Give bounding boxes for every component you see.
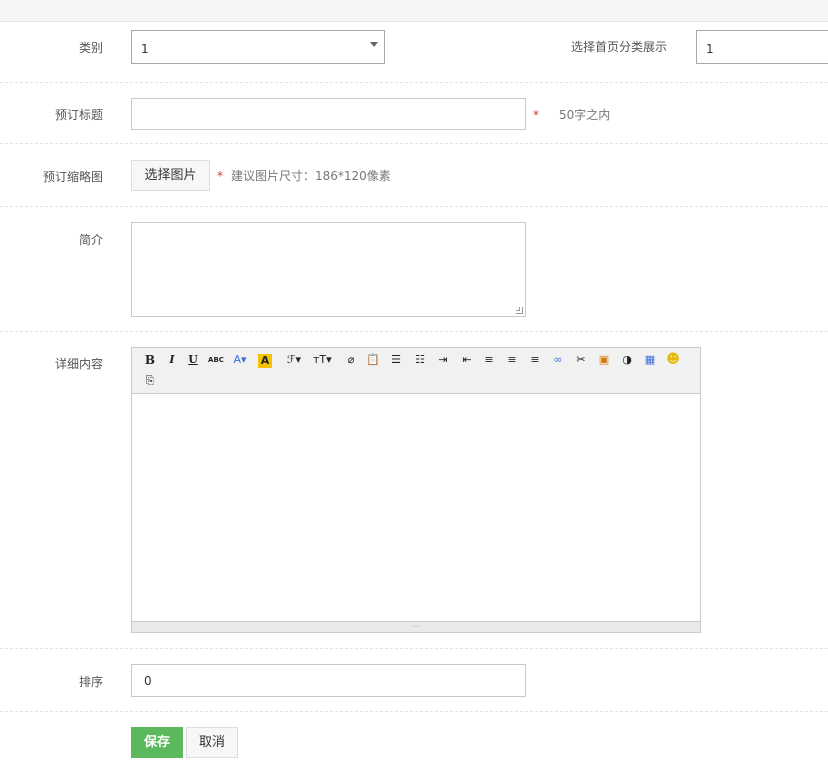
sort-label: 排序 (78, 675, 103, 689)
italic-icon[interactable]: I (163, 351, 181, 369)
align-left-icon[interactable]: ≡ (480, 351, 498, 369)
unlink-icon[interactable]: ✂ (572, 351, 590, 369)
divider (0, 648, 828, 649)
image-icon[interactable]: ▣ (595, 351, 613, 369)
bold-icon[interactable]: B (141, 351, 159, 369)
font-family-icon[interactable]: ℱ▾ (285, 351, 303, 369)
thumbnail-required-mark: * (217, 169, 223, 183)
highlight-color-icon[interactable]: A (258, 354, 272, 368)
title-label: 预订标题 (54, 108, 103, 122)
unordered-list-icon[interactable]: ☷ (411, 351, 429, 369)
strikethrough-icon[interactable]: ABC (207, 351, 225, 369)
title-required-mark: * (533, 108, 539, 122)
underline-icon[interactable]: U (184, 351, 202, 369)
font-size-icon[interactable]: тT▾ (313, 351, 332, 369)
font-color-icon[interactable]: A▾ (231, 351, 249, 369)
ordered-list-icon[interactable]: ☰ (387, 351, 405, 369)
emoticon-icon[interactable]: ☻ (664, 351, 682, 369)
category-select-value: 1 (141, 42, 149, 56)
homepage-category-label: 选择首页分类展示 (570, 40, 667, 54)
align-right-icon[interactable]: ≡ (526, 351, 544, 369)
category-select[interactable]: 1 (131, 30, 385, 64)
thumbnail-label: 预订缩略图 (42, 170, 103, 184)
intro-label: 简介 (78, 233, 103, 247)
rich-text-editor: B I U ABC A▾ A ℱ▾ тT▾ ⌀ 📋 ☰ ☷ ⇥ ⇤ ≡ ≡ ≡ ∞ ✂ ▣ ◑ ▦ ☻ ⎘ ⋯ (131, 347, 701, 633)
editor-content-area[interactable] (132, 395, 700, 621)
choose-image-button[interactable]: 选择图片 (131, 160, 210, 191)
sort-input[interactable] (131, 664, 526, 697)
align-center-icon[interactable]: ≡ (503, 351, 521, 369)
title-hint: 50字之内 (559, 108, 611, 122)
editor-statusbar: ⋯ (132, 621, 700, 632)
paste-word-icon[interactable]: 📋 (364, 351, 382, 369)
chevron-down-icon (370, 42, 378, 47)
top-bar (0, 0, 828, 22)
table-icon[interactable]: ▦ (641, 351, 659, 369)
title-input[interactable] (131, 98, 526, 130)
divider (0, 82, 828, 83)
homepage-category-select[interactable]: 1 (696, 30, 828, 64)
intro-textarea[interactable] (131, 222, 526, 317)
link-icon[interactable]: ∞ (549, 351, 567, 369)
divider (0, 711, 828, 712)
save-button[interactable]: 保存 (131, 727, 183, 758)
category-label: 类别 (78, 41, 103, 55)
outdent-icon[interactable]: ⇤ (458, 351, 476, 369)
divider (0, 206, 828, 207)
details-label: 详细内容 (54, 357, 103, 371)
indent-icon[interactable]: ⇥ (434, 351, 452, 369)
cancel-button[interactable]: 取消 (186, 727, 238, 758)
editor-toolbar: B I U ABC A▾ A ℱ▾ тT▾ ⌀ 📋 ☰ ☷ ⇥ ⇤ ≡ ≡ ≡ ∞ ✂ ▣ ◑ ▦ ☻ ⎘ (132, 348, 700, 394)
resize-grip-icon[interactable] (516, 307, 523, 314)
divider (0, 143, 828, 144)
homepage-category-value: 1 (706, 42, 714, 56)
divider (0, 331, 828, 332)
thumbnail-hint: 建议图片尺寸：186*120像素 (231, 169, 391, 183)
eraser-icon[interactable]: ⌀ (342, 351, 360, 369)
resize-handle-icon[interactable]: ⋯ (409, 623, 423, 631)
paste-text-icon[interactable]: ⎘ (141, 372, 159, 390)
flash-icon[interactable]: ◑ (618, 351, 636, 369)
